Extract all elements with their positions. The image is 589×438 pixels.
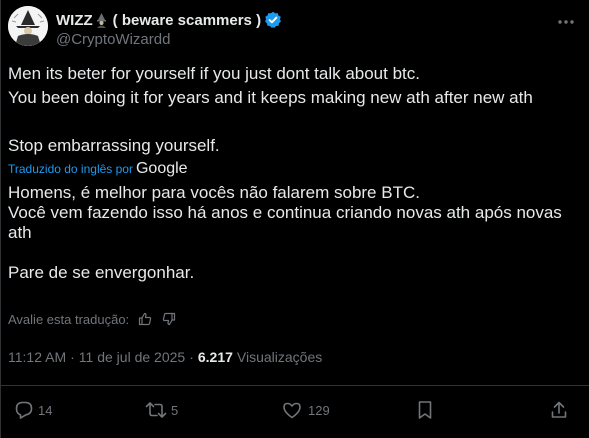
repost-button[interactable]: 5 (145, 398, 178, 422)
translation-line: Você vem fazendo isso há anos e continua… (8, 203, 562, 242)
name-suffix[interactable]: ( beware scammers ) (113, 12, 261, 29)
like-button[interactable]: 129 (282, 398, 330, 422)
rate-translation-label: Avalie esta tradução: (8, 311, 130, 327)
reply-icon (15, 401, 33, 419)
tweet-header: WIZZ ( beware scammers ) @CryptoWizardd (8, 6, 578, 50)
thumbs-up-icon (139, 312, 152, 326)
tweet-meta: 11:12 AM · 11 de jul de 2025 · 6.217 Vis… (8, 349, 322, 365)
tweet-line: Men its beter for yourself if you just d… (8, 64, 420, 83)
like-count: 129 (308, 402, 330, 418)
google-logo: Google (135, 160, 188, 177)
wizard-avatar-icon (8, 6, 48, 46)
bookmark-button[interactable] (416, 398, 434, 422)
more-dots-icon (558, 20, 574, 24)
views-label: Visualizações (236, 349, 323, 365)
display-name[interactable]: WIZZ (56, 12, 93, 29)
more-options-button[interactable] (554, 10, 578, 34)
verified-badge-icon[interactable] (264, 11, 282, 29)
repost-count: 5 (171, 402, 179, 418)
tweet-text: Men its beter for yourself if you just d… (8, 62, 573, 158)
thumbs-down-icon (163, 312, 176, 326)
bookmark-icon (418, 401, 432, 419)
repost-icon (145, 402, 167, 418)
translated-by-label: Traduzido do inglês por (8, 162, 133, 176)
share-button[interactable] (550, 398, 568, 422)
name-row: WIZZ ( beware scammers ) (56, 10, 282, 30)
translation-line: Pare de se envergonhar. (8, 263, 195, 282)
reply-count: 14 (38, 402, 53, 418)
thumbs-up-button[interactable] (137, 311, 153, 327)
tweet-time[interactable]: 11:12 AM (8, 349, 66, 365)
meta-separator: · (189, 349, 194, 365)
heart-icon (283, 402, 301, 419)
rate-translation: Avalie esta tradução: (8, 311, 177, 327)
user-handle[interactable]: @CryptoWizardd (56, 31, 170, 48)
wizard-emoji-icon (94, 12, 109, 28)
meta-separator: · (70, 349, 75, 365)
tweet-line: Stop embarrassing yourself. (8, 136, 220, 155)
reply-button[interactable]: 14 (14, 398, 52, 422)
tweet-date[interactable]: 11 de jul de 2025 (79, 349, 185, 365)
divider (1, 385, 589, 386)
tweet-line: You been doing it for years and it keeps… (8, 88, 533, 107)
translation-line: Homens, é melhor para vocês não falarem … (8, 183, 420, 202)
translated-by-link[interactable]: Traduzido do inglês por Google (8, 160, 188, 178)
share-icon (551, 401, 567, 418)
tweet-actions: 14 5 129 (1, 398, 589, 422)
avatar[interactable] (8, 6, 48, 46)
thumbs-down-button[interactable] (161, 311, 177, 327)
translated-text: Homens, é melhor para vocês não falarem … (8, 183, 573, 283)
tweet-detail: WIZZ ( beware scammers ) @CryptoWizardd (0, 0, 589, 438)
views-count[interactable]: 6.217 (198, 349, 233, 365)
